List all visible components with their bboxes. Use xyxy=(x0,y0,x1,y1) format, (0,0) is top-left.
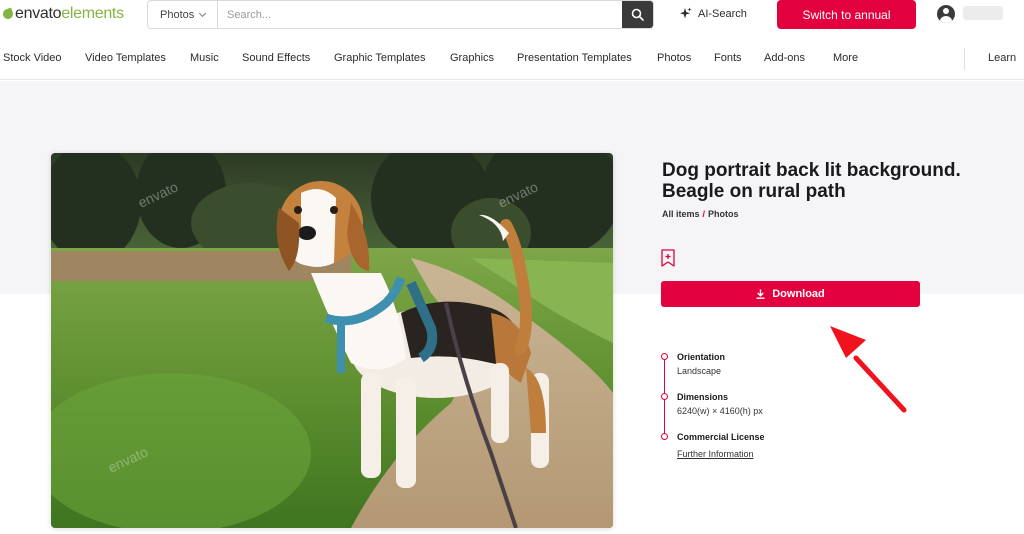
category-nav: Stock Video Video Templates Music Sound … xyxy=(0,40,1024,80)
download-button[interactable]: Download xyxy=(661,281,920,307)
search-input[interactable] xyxy=(218,1,622,28)
search-button[interactable] xyxy=(622,1,653,28)
logo-text-envato: envato xyxy=(15,5,62,22)
nav-item-learn[interactable]: Learn xyxy=(988,52,1016,64)
search-category-select[interactable]: Photos xyxy=(148,1,218,28)
timeline-dot xyxy=(661,393,668,400)
nav-item-graphic-templates[interactable]: Graphic Templates xyxy=(334,52,426,64)
search-icon xyxy=(631,8,644,21)
bookmark-add-icon[interactable] xyxy=(660,249,676,268)
item-title: Dog portrait back lit background. Beagle… xyxy=(662,160,961,202)
download-label: Download xyxy=(772,288,825,300)
logo-text-elements: elements xyxy=(61,5,124,22)
sparkle-icon xyxy=(680,7,692,19)
envato-elements-logo[interactable]: envato elements xyxy=(1,5,124,23)
nav-item-graphics[interactable]: Graphics xyxy=(450,52,494,64)
nav-item-more[interactable]: More xyxy=(833,52,858,64)
ai-search-label: AI-Search xyxy=(698,7,747,20)
leaf-icon xyxy=(1,7,15,21)
breadcrumb-separator: / xyxy=(702,209,706,219)
nav-item-add-ons[interactable]: Add-ons xyxy=(764,52,805,64)
dimensions-label: Dimensions xyxy=(677,392,729,402)
breadcrumb-photos[interactable]: Photos xyxy=(708,209,739,219)
nav-item-presentation-templates[interactable]: Presentation Templates xyxy=(517,52,632,64)
commercial-license-label: Commercial License xyxy=(677,432,765,442)
timeline-dot xyxy=(661,433,668,440)
nav-item-music[interactable]: Music xyxy=(190,52,219,64)
username-redacted[interactable] xyxy=(963,6,1003,20)
breadcrumb: All items / Photos xyxy=(662,209,739,219)
orientation-label: Orientation xyxy=(677,352,726,362)
nav-item-stock-video[interactable]: Stock Video xyxy=(3,52,62,64)
timeline-dot xyxy=(661,353,668,360)
item-preview-image[interactable]: envato envato envato xyxy=(51,153,613,528)
nav-divider xyxy=(964,48,965,70)
beagle-photo: envato envato envato xyxy=(51,153,613,528)
orientation-value: Landscape xyxy=(677,366,722,376)
chevron-down-icon xyxy=(199,9,207,17)
nav-item-video-templates[interactable]: Video Templates xyxy=(85,52,166,64)
switch-to-annual-button[interactable]: Switch to annual xyxy=(777,0,916,29)
ai-search-button[interactable]: AI-Search xyxy=(679,7,747,20)
red-arrow-annotation-icon xyxy=(830,326,907,413)
nav-item-fonts[interactable]: Fonts xyxy=(714,52,742,64)
search-category-label: Photos xyxy=(160,8,195,21)
nav-item-sound-effects[interactable]: Sound Effects xyxy=(242,52,310,64)
download-icon xyxy=(756,289,765,299)
nav-item-photos[interactable]: Photos xyxy=(657,52,691,64)
user-avatar-icon[interactable] xyxy=(937,5,955,23)
further-information-link[interactable]: Further Information xyxy=(677,449,754,459)
dimensions-value: 6240(w) × 4160(h) px xyxy=(677,406,763,416)
search-bar: Photos xyxy=(147,0,654,29)
top-bar: envatoelements Photos AI-Search Switch t… xyxy=(0,0,1024,30)
breadcrumb-all-items[interactable]: All items xyxy=(662,209,700,219)
